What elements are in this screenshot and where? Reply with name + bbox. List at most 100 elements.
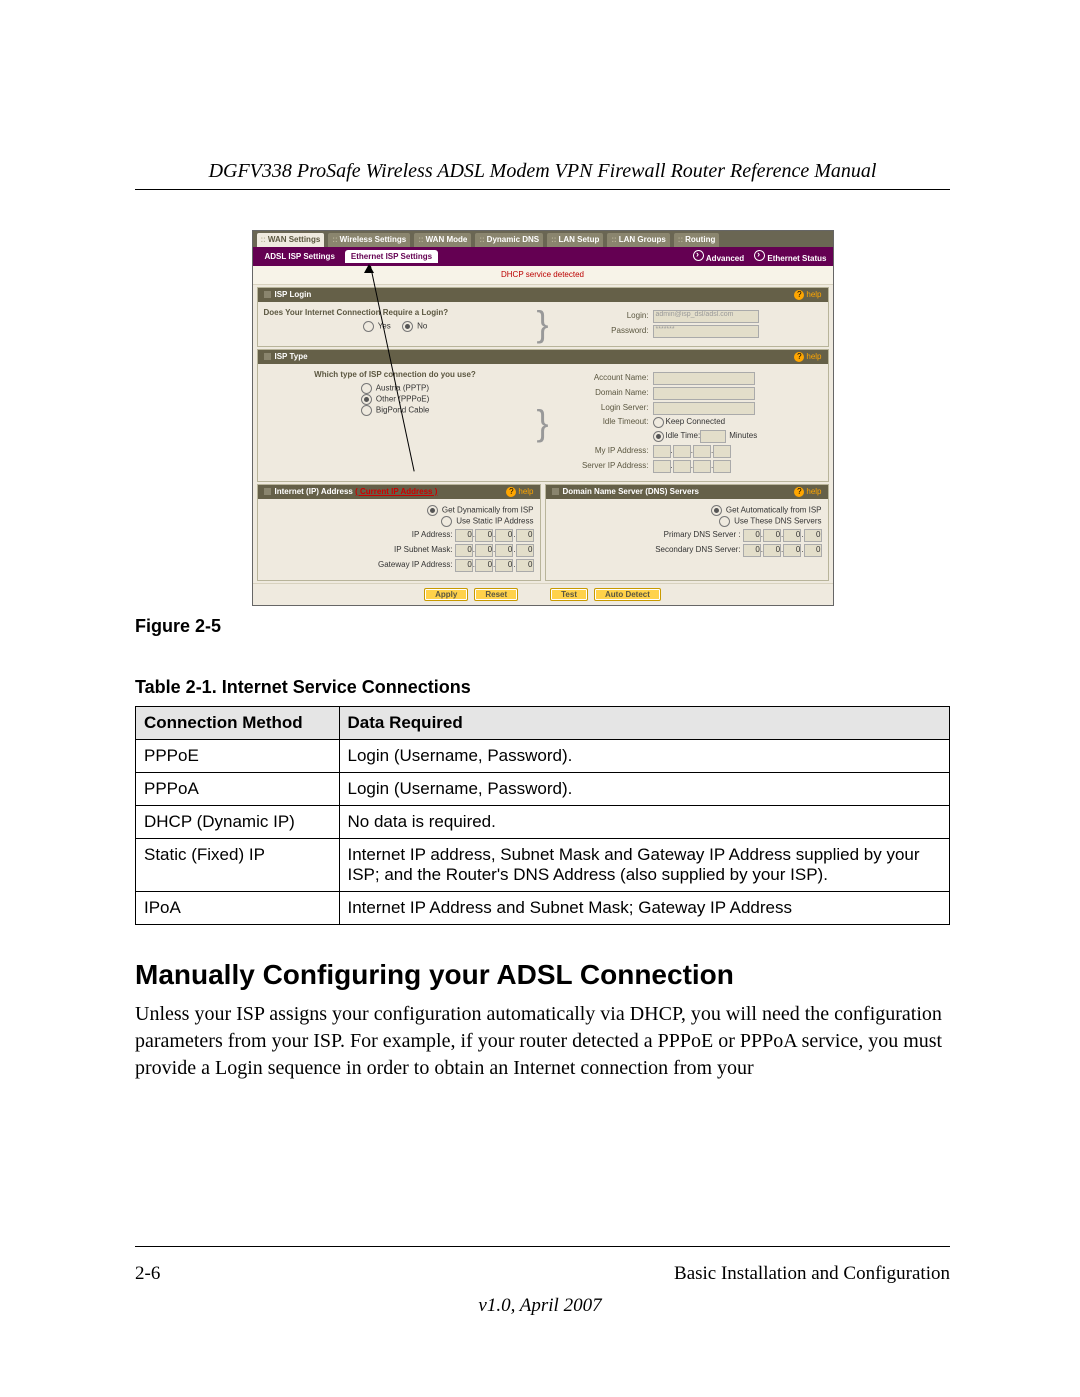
ip-octet[interactable]: 0 — [763, 544, 781, 557]
test-button[interactable]: Test — [550, 588, 588, 602]
login-server-field[interactable] — [653, 402, 755, 415]
apply-button[interactable]: Apply — [424, 588, 468, 602]
ip-octet[interactable]: 0 — [743, 529, 761, 542]
footer-rule — [135, 1246, 950, 1247]
section-heading: Manually Configuring your ADSL Connectio… — [135, 959, 950, 991]
idle-time-field[interactable] — [700, 430, 726, 443]
login-question: Does Your Internet Connection Require a … — [264, 308, 527, 318]
chapter-name: Basic Installation and Configuration — [674, 1263, 950, 1285]
dns-auto-radio[interactable] — [711, 505, 722, 516]
ethernet-status-link[interactable]: Ethernet Status — [754, 250, 826, 264]
reset-button[interactable]: Reset — [474, 588, 518, 602]
version-footer: v1.0, April 2007 — [0, 1295, 1080, 1317]
keep-connected-radio[interactable] — [653, 417, 664, 428]
tab-dynamic-dns[interactable]: ::Dynamic DNS — [475, 233, 543, 247]
arrow-icon — [693, 250, 704, 261]
ip-octet[interactable]: 0 — [516, 544, 534, 557]
isp-type-question: Which type of ISP connection do you use? — [264, 370, 527, 380]
ip-octet[interactable] — [693, 445, 711, 458]
ip-octet[interactable]: 0 — [783, 529, 801, 542]
table-row: PPPoALogin (Username, Password). — [136, 773, 950, 806]
tab-routing[interactable]: ::Routing — [674, 233, 720, 247]
ip-octet[interactable]: 0 — [804, 529, 822, 542]
auto-detect-button[interactable]: Auto Detect — [594, 588, 661, 602]
ip-octet[interactable]: 0 — [455, 529, 473, 542]
ip-octet[interactable]: 0 — [455, 559, 473, 572]
table-header: Connection Method — [136, 707, 340, 740]
ip-octet[interactable] — [693, 460, 711, 473]
detect-message: DHCP service detected — [253, 266, 833, 285]
tab-wan-settings[interactable]: ::WAN Settings — [257, 233, 325, 247]
brace-icon: } — [530, 410, 554, 435]
help-link[interactable]: ?help — [794, 352, 821, 362]
ip-octet[interactable]: 0 — [495, 529, 513, 542]
help-icon: ? — [794, 290, 804, 300]
login-yes-radio[interactable] — [363, 321, 374, 332]
help-icon: ? — [794, 352, 804, 362]
ip-octet[interactable]: 0 — [475, 559, 493, 572]
tab-lan-groups[interactable]: ::LAN Groups — [607, 233, 669, 247]
ip-octet[interactable] — [653, 460, 671, 473]
ip-octet[interactable]: 0 — [495, 559, 513, 572]
body-paragraph: Unless your ISP assigns your configurati… — [135, 1001, 950, 1082]
ip-octet[interactable]: 0 — [783, 544, 801, 557]
isp-login-title: ISP Login — [275, 290, 312, 300]
table-caption: Table 2-1. Internet Service Connections — [135, 677, 950, 698]
dns-panel: Domain Name Server (DNS) Servers ?help G… — [545, 484, 829, 581]
ip-octet[interactable]: 0 — [516, 559, 534, 572]
ip-octet[interactable]: 0 — [475, 544, 493, 557]
ip-octet[interactable]: 0 — [763, 529, 781, 542]
ip-octet[interactable] — [673, 460, 691, 473]
sub-tab-bar: ADSL ISP Settings Ethernet ISP Settings … — [253, 247, 833, 267]
dyn-ip-radio[interactable] — [427, 505, 438, 516]
doc-header-title: DGFV338 ProSafe Wireless ADSL Modem VPN … — [135, 160, 950, 189]
idle-time-radio[interactable] — [653, 431, 664, 442]
help-link[interactable]: ?help — [794, 487, 821, 497]
isp-login-panel: ISP Login ?help Does Your Internet Conne… — [257, 287, 829, 347]
ip-octet[interactable] — [713, 445, 731, 458]
help-link[interactable]: ?help — [506, 487, 533, 497]
static-ip-radio[interactable] — [441, 516, 452, 527]
other-pppoe-radio[interactable] — [361, 394, 372, 405]
ip-octet[interactable] — [653, 445, 671, 458]
ip-address-panel: Internet (IP) Address ( Current IP Addre… — [257, 484, 541, 581]
account-name-field[interactable] — [653, 372, 755, 385]
current-ip-link[interactable]: ( Current IP Address ) — [355, 487, 437, 497]
tab-wan-mode[interactable]: ::WAN Mode — [414, 233, 471, 247]
austria-radio[interactable] — [361, 383, 372, 394]
brace-icon: } — [530, 311, 554, 336]
ip-octet[interactable] — [673, 445, 691, 458]
ip-octet[interactable] — [713, 460, 731, 473]
help-icon: ? — [794, 487, 804, 497]
isp-type-panel: ISP Type ?help Which type of ISP connect… — [257, 349, 829, 482]
figure-caption: Figure 2-5 — [135, 616, 950, 637]
page-number: 2-6 — [135, 1263, 160, 1285]
ip-octet[interactable]: 0 — [804, 544, 822, 557]
connections-table: Connection Method Data Required PPPoELog… — [135, 706, 950, 925]
ip-octet[interactable]: 0 — [516, 529, 534, 542]
login-no-radio[interactable] — [402, 321, 413, 332]
router-screenshot: ::WAN Settings ::Wireless Settings ::WAN… — [252, 230, 834, 606]
table-header: Data Required — [339, 707, 950, 740]
table-row: PPPoELogin (Username, Password). — [136, 740, 950, 773]
table-row: Static (Fixed) IPInternet IP address, Su… — [136, 839, 950, 892]
tab-lan-setup[interactable]: ::LAN Setup — [547, 233, 603, 247]
header-rule — [135, 189, 950, 190]
advanced-link[interactable]: Advanced — [693, 250, 744, 264]
ip-octet[interactable]: 0 — [743, 544, 761, 557]
password-field[interactable]: ******* — [653, 325, 759, 338]
isp-type-title: ISP Type — [275, 352, 308, 362]
help-link[interactable]: ?help — [794, 290, 821, 300]
subtab-adsl[interactable]: ADSL ISP Settings — [259, 250, 341, 264]
login-field[interactable]: admin@isp_dsl/adsl.com — [653, 310, 759, 323]
domain-name-field[interactable] — [653, 387, 755, 400]
main-tab-row: ::WAN Settings ::Wireless Settings ::WAN… — [253, 231, 833, 247]
dns-these-radio[interactable] — [719, 516, 730, 527]
tab-wireless-settings[interactable]: ::Wireless Settings — [328, 233, 410, 247]
bigpond-radio[interactable] — [361, 405, 372, 416]
ip-octet[interactable]: 0 — [495, 544, 513, 557]
subtab-ethernet[interactable]: Ethernet ISP Settings — [345, 250, 438, 264]
ip-octet[interactable]: 0 — [475, 529, 493, 542]
ip-octet[interactable]: 0 — [455, 544, 473, 557]
button-bar: Apply Reset Test Auto Detect — [253, 583, 833, 606]
